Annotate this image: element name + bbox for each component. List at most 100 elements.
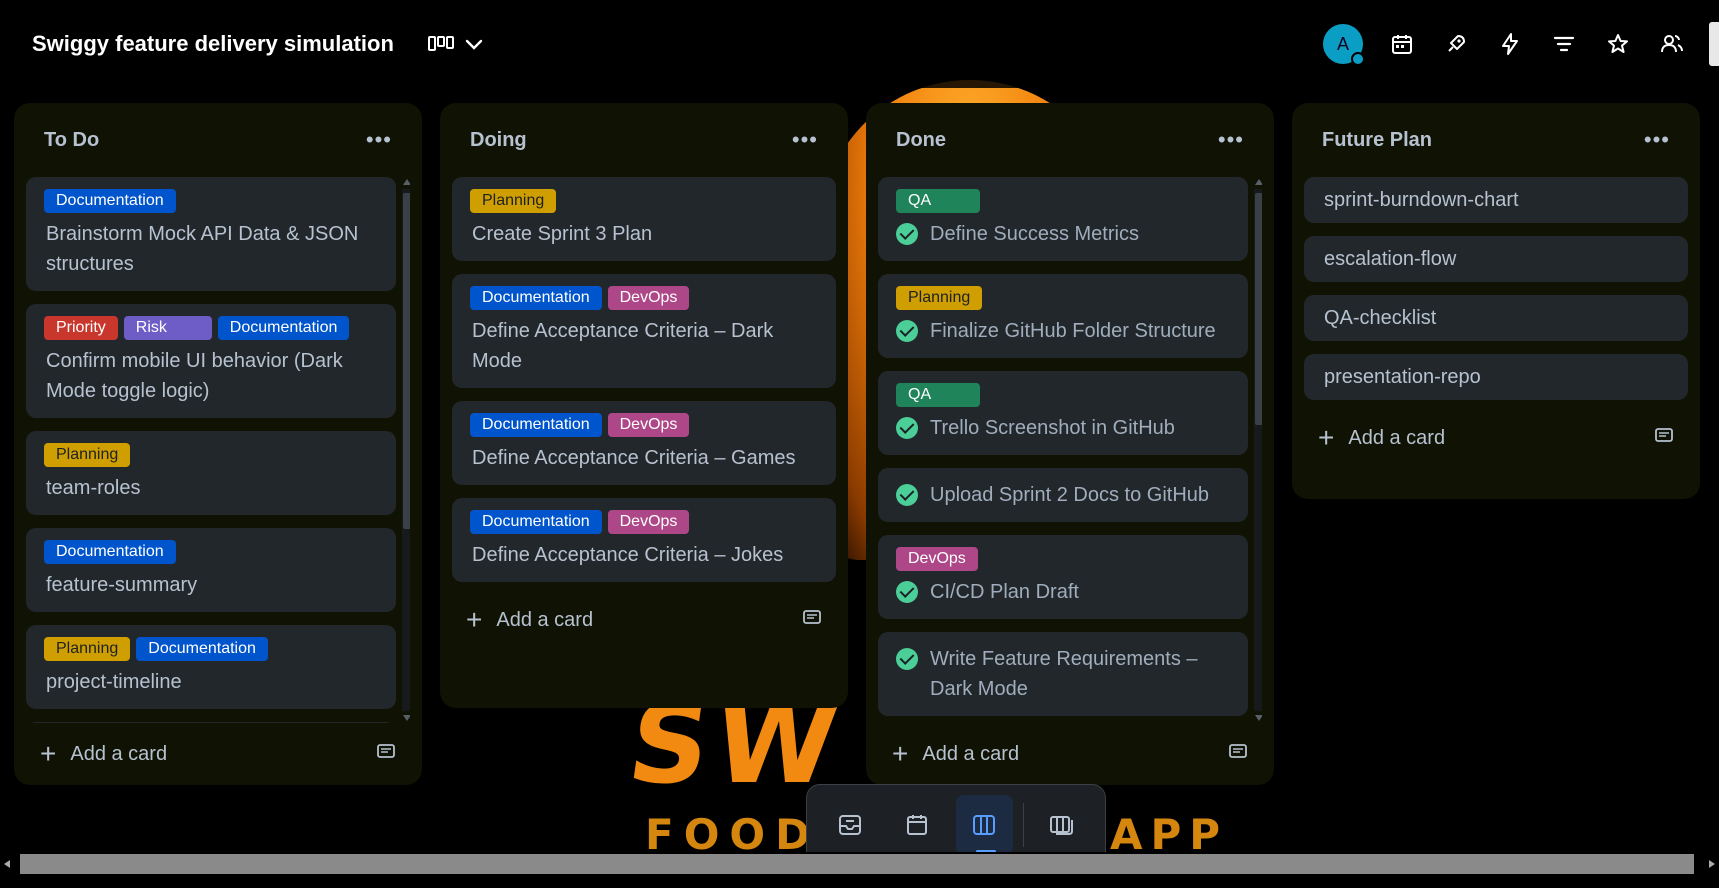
card[interactable]: DevOps CI/CD Plan Draft [878, 535, 1248, 619]
star-icon[interactable] [1603, 29, 1633, 59]
label-planning[interactable]: Planning [470, 189, 557, 213]
planner-icon[interactable] [888, 795, 945, 855]
view-switcher[interactable] [427, 35, 484, 53]
calendar-icon[interactable] [1387, 29, 1417, 59]
complete-check-icon[interactable] [896, 581, 918, 603]
card[interactable]: escalation-flow [1304, 236, 1688, 282]
list-title[interactable]: To Do [44, 129, 99, 152]
list-menu-icon[interactable]: ••• [1218, 129, 1244, 151]
list-scrollbar[interactable] [1252, 177, 1262, 723]
label-documentation[interactable]: Documentation [136, 637, 268, 661]
list-title[interactable]: Doing [470, 129, 527, 152]
card-template-icon[interactable] [1654, 426, 1674, 450]
horizontal-scrollbar[interactable] [0, 852, 1719, 876]
board-header: Swiggy feature delivery simulation A [0, 0, 1719, 88]
card[interactable]: Write Feature Requirements – Dark Mode [878, 632, 1248, 716]
complete-check-icon[interactable] [896, 417, 918, 439]
card[interactable]: Planning Documentation project-timeline [26, 625, 396, 709]
add-card-button[interactable]: + Add a card [452, 589, 836, 651]
label-qa[interactable]: QA [896, 383, 980, 407]
card-container: Documentation Brainstorm Mock API Data &… [26, 177, 410, 723]
add-card-label: Add a card [922, 742, 1020, 765]
automation-icon[interactable] [1495, 29, 1525, 59]
avatar[interactable]: A [1323, 24, 1365, 66]
label-devops[interactable]: DevOps [607, 413, 690, 437]
label-risk[interactable]: Risk [123, 316, 212, 340]
card[interactable]: Documentation DevOps Define Acceptance C… [452, 274, 836, 388]
card-container: Planning Create Sprint 3 Plan Documentat… [452, 177, 836, 582]
card[interactable]: Upload Sprint 2 Docs to GitHub [878, 468, 1248, 522]
add-card-button[interactable]: + Add a card [26, 723, 410, 785]
share-icon[interactable] [1657, 29, 1687, 59]
card-title: project-timeline [46, 671, 182, 693]
card[interactable]: Documentation Brainstorm Mock API Data &… [26, 177, 396, 291]
card-labels: Documentation DevOps [470, 510, 818, 534]
scroll-left-icon[interactable] [4, 860, 10, 868]
card[interactable]: sprint-burndown-chart [1304, 177, 1688, 223]
card[interactable]: Planning Finalize GitHub Folder Structur… [878, 274, 1248, 358]
label-planning[interactable]: Planning [44, 443, 131, 467]
label-devops[interactable]: DevOps [607, 286, 690, 310]
scroll-up-icon[interactable] [1255, 179, 1262, 185]
card-title: escalation-flow [1324, 248, 1457, 270]
scroll-down-icon[interactable] [403, 715, 410, 721]
label-documentation[interactable]: Documentation [44, 540, 176, 564]
complete-check-icon[interactable] [896, 648, 918, 670]
scroll-right-icon[interactable] [1709, 860, 1715, 868]
card-title: Define Acceptance Criteria – Games [472, 447, 796, 469]
card[interactable]: Priority Risk Documentation Confirm mobi… [26, 304, 396, 418]
complete-check-icon[interactable] [896, 484, 918, 506]
scroll-down-icon[interactable] [1255, 715, 1262, 721]
add-card-button[interactable]: + Add a card [878, 723, 1262, 785]
scrollbar-thumb[interactable] [20, 854, 1694, 874]
switch-boards-icon[interactable] [1034, 795, 1091, 855]
card[interactable]: Documentation feature-summary [26, 528, 396, 612]
label-priority[interactable]: Priority [44, 316, 118, 340]
list-menu-icon[interactable]: ••• [1644, 129, 1670, 151]
label-devops[interactable]: DevOps [607, 510, 690, 534]
list-title[interactable]: Done [896, 129, 946, 152]
card[interactable]: QA-checklist [1304, 295, 1688, 341]
power-ups-icon[interactable] [1441, 29, 1471, 59]
chevron-down-icon[interactable] [464, 37, 484, 51]
label-documentation[interactable]: Documentation [470, 510, 602, 534]
scrollbar-thumb[interactable] [403, 193, 410, 529]
card[interactable]: Documentation DevOps Define Acceptance C… [452, 401, 836, 485]
card-title: Define Acceptance Criteria – Jokes [472, 544, 784, 566]
list-scrollbar[interactable] [400, 177, 410, 723]
list-title[interactable]: Future Plan [1322, 129, 1432, 152]
scroll-up-icon[interactable] [403, 179, 410, 185]
card-template-icon[interactable] [376, 742, 396, 766]
board-view-icon[interactable] [427, 35, 454, 53]
list-menu-icon[interactable]: ••• [366, 129, 392, 151]
card[interactable]: Documentation DevOps Define Acceptance C… [452, 498, 836, 582]
board-icon[interactable] [955, 795, 1013, 855]
card-template-icon[interactable] [802, 608, 822, 632]
card-partial[interactable] [26, 722, 396, 723]
complete-check-icon[interactable] [896, 223, 918, 245]
label-qa[interactable]: QA [896, 189, 980, 213]
edge-button[interactable] [1709, 22, 1719, 66]
list-menu-icon[interactable]: ••• [792, 129, 818, 151]
label-documentation[interactable]: Documentation [470, 413, 602, 437]
card-template-icon[interactable] [1228, 742, 1248, 766]
label-planning[interactable]: Planning [896, 286, 983, 310]
inbox-icon[interactable] [821, 795, 878, 855]
add-card-button[interactable]: + Add a card [1304, 407, 1688, 469]
card[interactable]: presentation-repo [1304, 354, 1688, 400]
card-labels: DevOps [896, 547, 1230, 571]
label-devops[interactable]: DevOps [896, 547, 978, 571]
card[interactable]: QA Trello Screenshot in GitHub [878, 371, 1248, 455]
board-title[interactable]: Swiggy feature delivery simulation [32, 31, 394, 57]
filter-icon[interactable] [1549, 29, 1579, 59]
card[interactable]: Planning Create Sprint 3 Plan [452, 177, 836, 261]
card[interactable]: Planning team-roles [26, 431, 396, 515]
label-planning[interactable]: Planning [44, 637, 131, 661]
scrollbar-thumb[interactable] [1255, 193, 1262, 425]
label-documentation[interactable]: Documentation [217, 316, 350, 340]
label-documentation[interactable]: Documentation [44, 189, 176, 213]
card[interactable]: QA Define Success Metrics [878, 177, 1248, 261]
label-documentation[interactable]: Documentation [470, 286, 602, 310]
card-title: Brainstorm Mock API Data & JSON structur… [46, 223, 359, 275]
complete-check-icon[interactable] [896, 320, 918, 342]
